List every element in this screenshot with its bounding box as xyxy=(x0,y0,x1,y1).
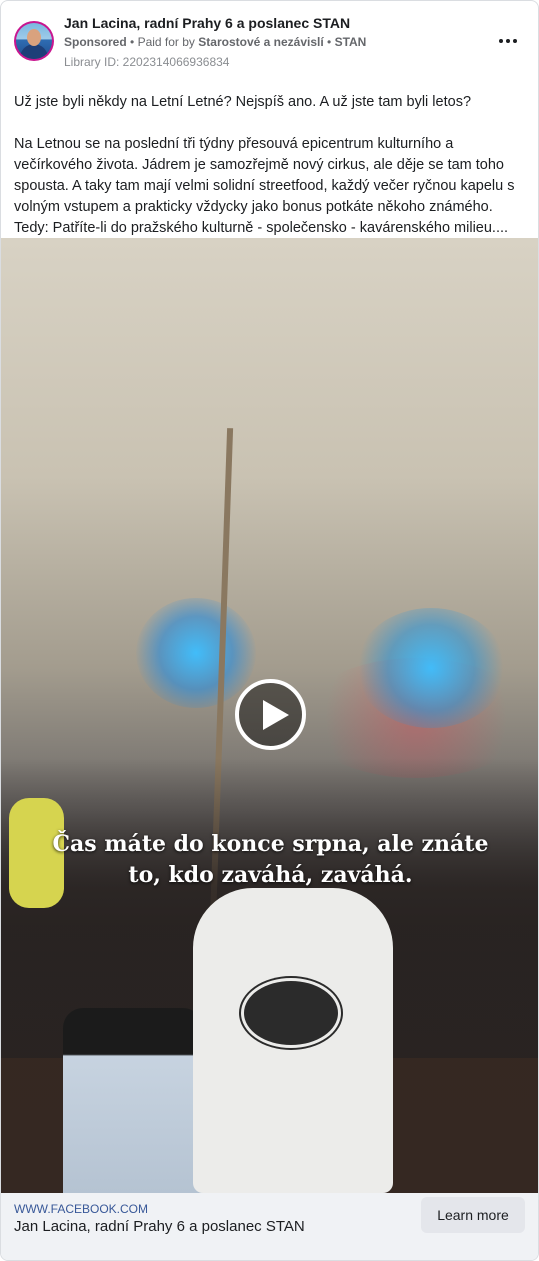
video-player[interactable]: Čas máte do konce srpna, ale znáte to, k… xyxy=(1,238,538,1193)
ad-card: Jan Lacina, radní Prahy 6 a poslanec STA… xyxy=(0,0,539,1261)
link-title[interactable]: Jan Lacina, radní Prahy 6 a poslanec STA… xyxy=(14,1218,305,1235)
separator: • xyxy=(130,35,135,49)
separator: • xyxy=(327,35,332,49)
library-id: Library ID: 2202314066936834 xyxy=(64,55,230,69)
sponsored-label: Sponsored xyxy=(64,35,127,49)
sponsored-line: Sponsored • Paid for by Starostové a nez… xyxy=(64,35,366,49)
link-footer[interactable]: WWW.FACEBOOK.COM Jan Lacina, radní Prahy… xyxy=(1,1193,538,1260)
more-options-button[interactable] xyxy=(496,31,520,51)
payer-name[interactable]: Starostové a nezávislí xyxy=(198,35,323,49)
play-button[interactable] xyxy=(235,679,306,750)
post-header: Jan Lacina, radní Prahy 6 a poslanec STA… xyxy=(1,1,538,75)
link-domain: WWW.FACEBOOK.COM xyxy=(14,1202,148,1216)
caption-line: Čas máte do konce srpna, ale znáte xyxy=(52,831,489,857)
body-paragraph: Na Letnou se na poslední tři týdny přeso… xyxy=(14,136,515,236)
avatar-photo xyxy=(16,23,52,59)
play-icon xyxy=(263,700,289,730)
body-paragraph: Už jste byli někdy na Letní Letné? Nejsp… xyxy=(14,94,472,110)
page-avatar[interactable] xyxy=(14,21,54,61)
paid-for-prefix: Paid for by xyxy=(137,35,195,49)
post-body: Už jste byli někdy na Letní Letné? Nejsp… xyxy=(14,92,524,239)
more-horizontal-icon xyxy=(499,39,503,43)
video-caption: Čas máte do konce srpna, ale znáte to, k… xyxy=(1,829,538,891)
learn-more-button[interactable]: Learn more xyxy=(421,1197,525,1233)
page-name[interactable]: Jan Lacina, radní Prahy 6 a poslanec STA… xyxy=(64,15,350,31)
payer-short: STAN xyxy=(334,35,367,49)
caption-line: to, kdo zaváhá, zaváhá. xyxy=(128,862,413,888)
